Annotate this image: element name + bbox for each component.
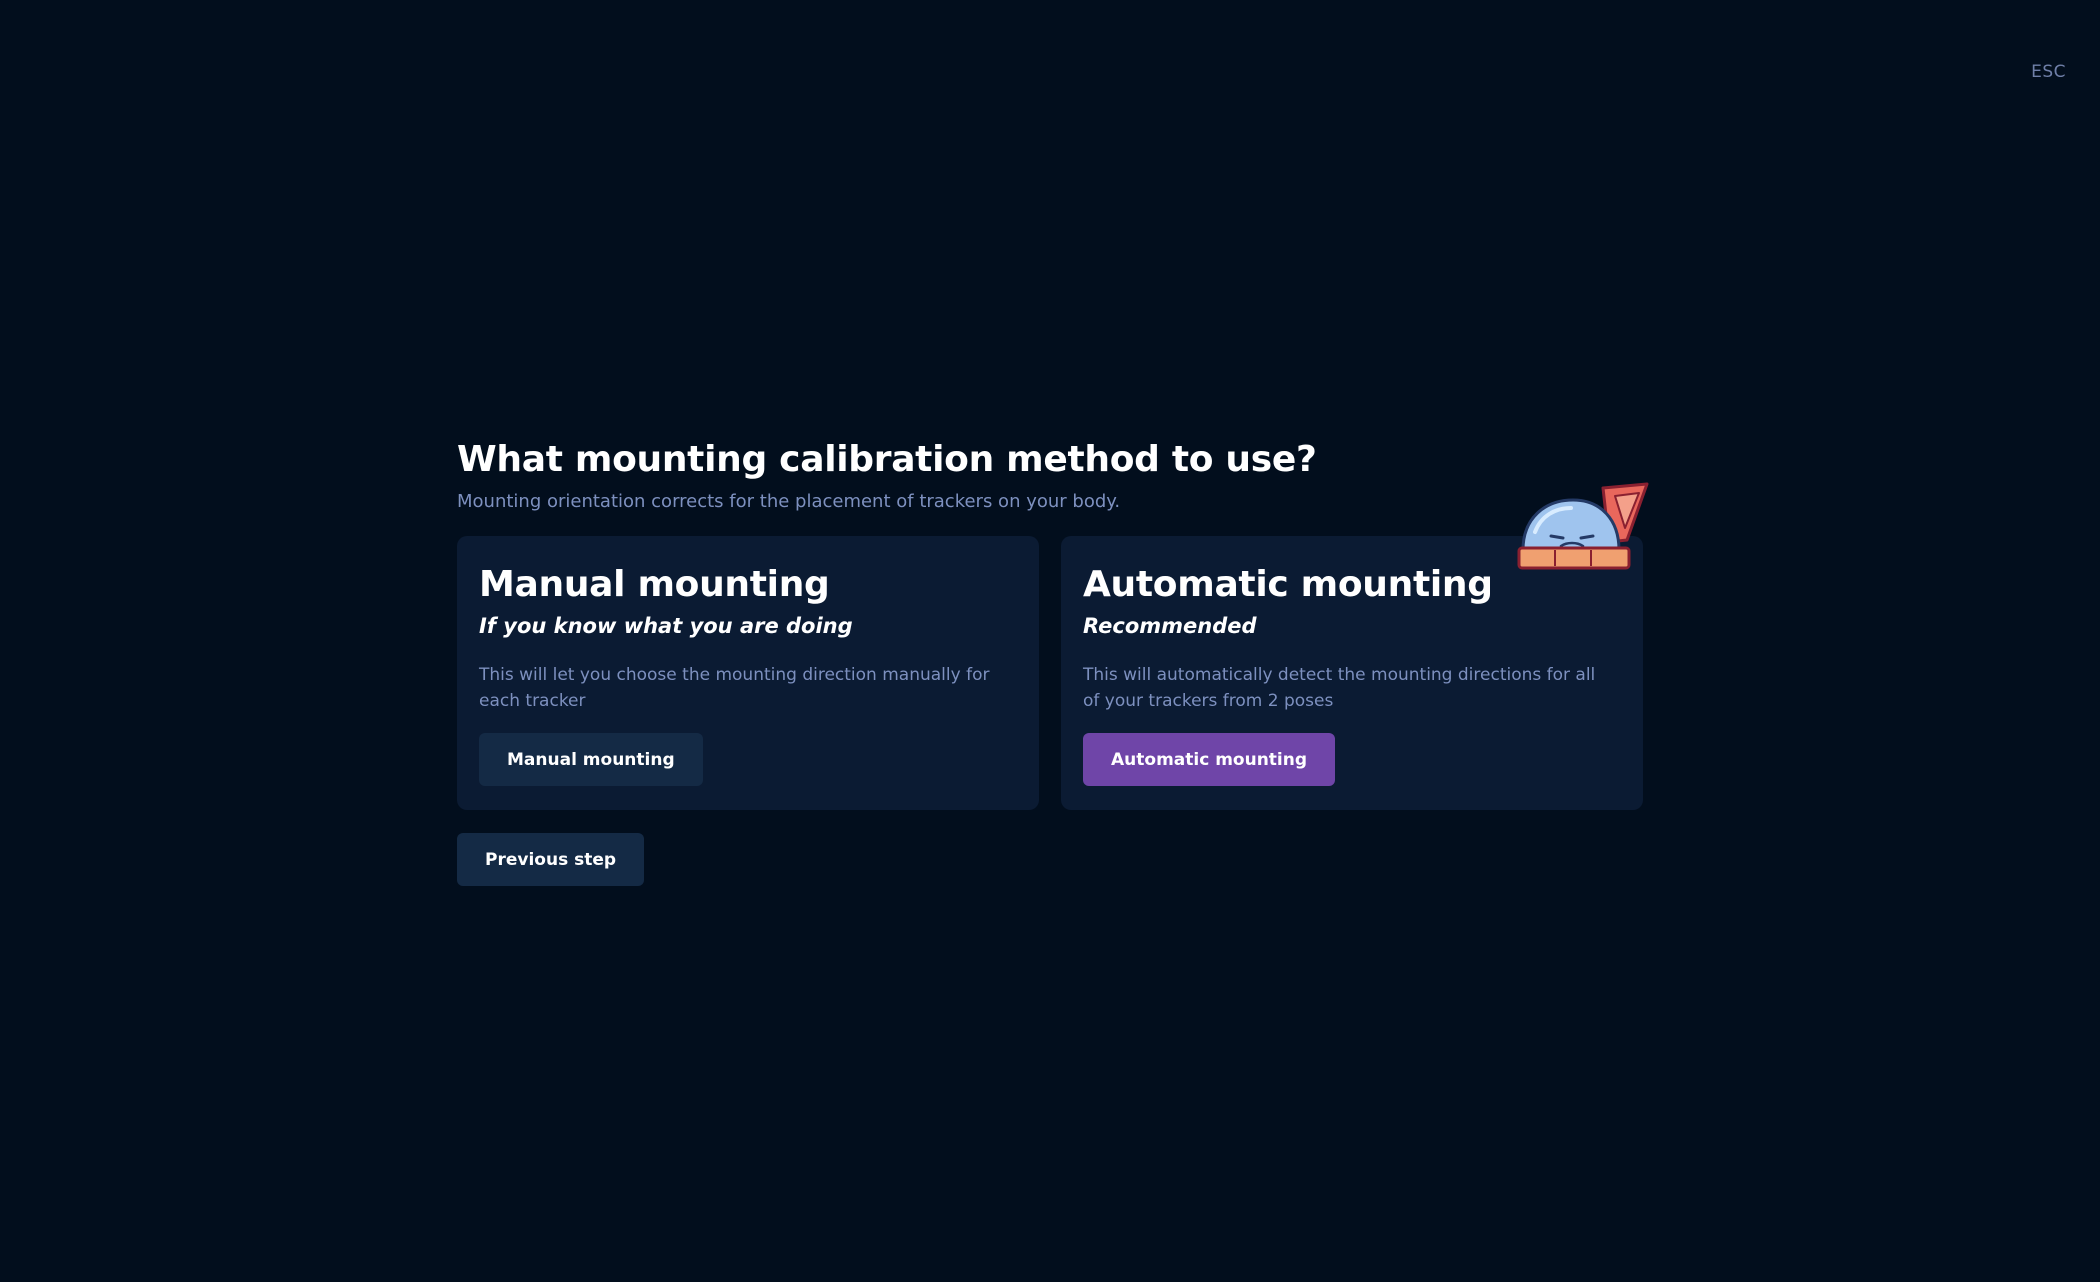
automatic-mounting-button[interactable]: Automatic mounting [1083,733,1336,786]
automatic-card-subtitle: Recommended [1083,614,1257,638]
automatic-mounting-card: Automatic mounting Recommended This will… [1061,482,1649,810]
manual-mounting-button[interactable]: Manual mounting [479,733,703,786]
automatic-card-description: This will automatically detect the mount… [1083,665,1596,711]
slime-mascot-with-protractor-icon [1517,482,1649,570]
mounting-method-section: What mounting calibration method to use?… [457,436,1649,886]
manual-card-title: Manual mounting [479,564,830,605]
previous-step-button[interactable]: Previous step [457,833,645,886]
manual-card-description: This will let you choose the mounting di… [479,665,990,711]
manual-card-subtitle: If you know what you are doing [479,614,853,638]
page-title: What mounting calibration method to use? [457,439,1317,480]
method-cards: Manual mounting If you know what you are… [457,482,1649,810]
escape-button[interactable]: ESC [2031,62,2066,82]
manual-mounting-card: Manual mounting If you know what you are… [457,536,1039,810]
page-subtitle: Mounting orientation corrects for the pl… [457,491,1121,512]
navigation-row: Previous step [457,833,1644,886]
